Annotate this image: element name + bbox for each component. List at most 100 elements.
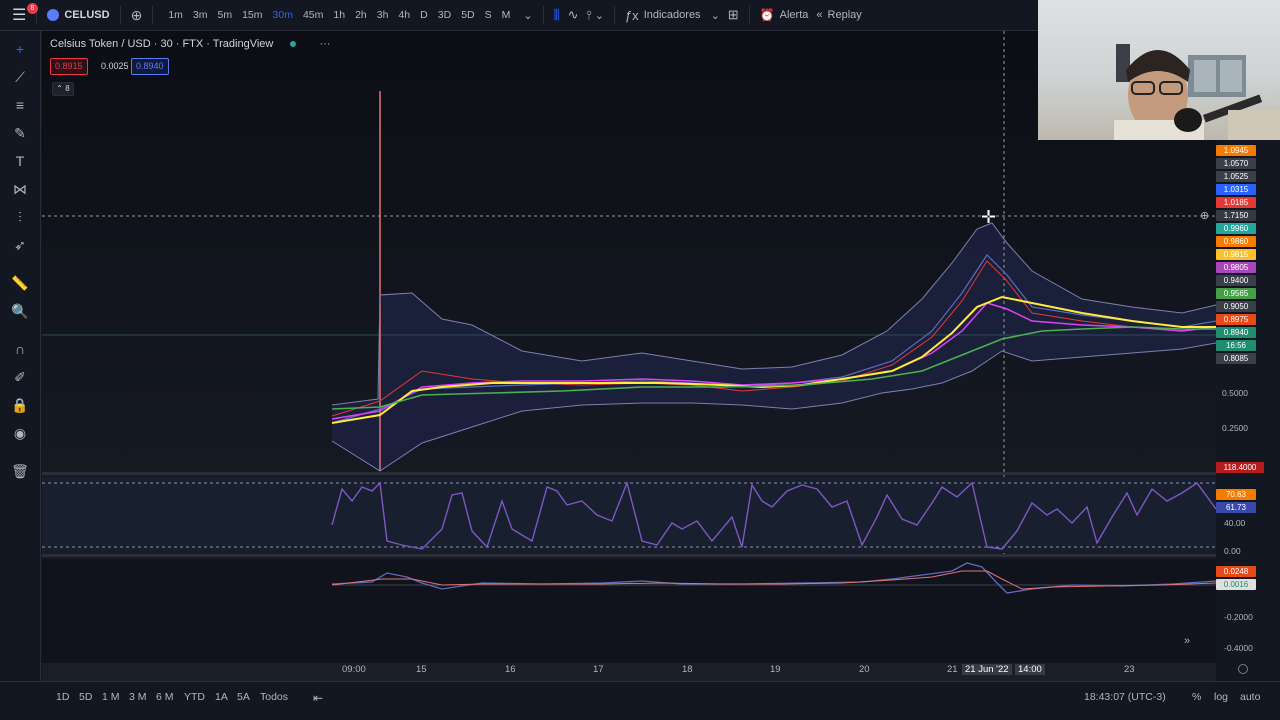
interval-3d[interactable]: 3D	[433, 9, 456, 21]
interval-5d[interactable]: 5D	[456, 9, 479, 21]
time-label-4: 18	[682, 664, 693, 675]
price-label: 1.7150	[1216, 210, 1256, 221]
interval-3h[interactable]: 3h	[372, 9, 394, 21]
alert-button[interactable]: ⏰ Alerta	[756, 0, 813, 31]
price-label: 0.9960	[1216, 223, 1256, 234]
layouts-button[interactable]: ⊞	[724, 0, 743, 31]
range-todos[interactable]: Todos	[260, 691, 288, 703]
collapsed-count: 8	[65, 84, 70, 93]
rocket-icon[interactable]: ➶	[10, 235, 30, 255]
clock-time[interactable]: 18:43:07 (UTC-3)	[1084, 691, 1166, 703]
replay-button[interactable]: « Replay	[812, 0, 865, 31]
ruler-icon[interactable]: 📏	[10, 273, 30, 293]
log-toggle[interactable]: log	[1214, 691, 1228, 703]
horizontal-lines-icon[interactable]: ≡	[10, 95, 30, 115]
rsi-max-label: 118.4000	[1216, 462, 1264, 473]
macd-value-2: 0.0016	[1216, 579, 1256, 590]
time-label-6: 20	[859, 664, 870, 675]
crosshair-icon[interactable]: +	[10, 39, 30, 59]
settings-circle-icon[interactable]	[1238, 664, 1248, 674]
line-tool-button[interactable]: ∿	[564, 0, 583, 31]
time-label-7: 21	[947, 664, 958, 675]
interval-selector: 1m 3m 5m 15m 30m 45m 1h 2h 3h 4h D 3D 5D S M	[159, 0, 519, 31]
chart-type-button[interactable]: ⫼	[550, 0, 564, 31]
bid-price-pill[interactable]: 0.8915	[50, 58, 88, 75]
percent-toggle[interactable]: %	[1192, 691, 1201, 703]
range-5d[interactable]: 5D	[79, 691, 92, 703]
rsi-value-2: 61.73	[1216, 502, 1256, 513]
rsi-pane-divider[interactable]	[42, 472, 1216, 475]
price-label: 0.9805	[1216, 262, 1256, 273]
market-open-dot	[290, 41, 297, 48]
chevron-down-icon: ⌄	[594, 9, 604, 22]
range-6m[interactable]: 6 M	[156, 691, 174, 703]
price-label: 1.0525	[1216, 171, 1256, 182]
interval-m[interactable]: M	[497, 9, 516, 21]
price-label: 0.9400	[1216, 275, 1256, 286]
interval-1m[interactable]: 1m	[163, 9, 188, 21]
eye-icon[interactable]: ◉	[10, 423, 30, 443]
pencil-lock-icon[interactable]: ✐	[10, 367, 30, 387]
range-1d[interactable]: 1D	[56, 691, 69, 703]
notification-badge: 8	[27, 2, 38, 14]
interval-dropdown[interactable]: ⌄	[519, 0, 536, 31]
time-label-5: 19	[770, 664, 781, 675]
time-label-0: 09:00	[342, 664, 366, 675]
time-label-3: 17	[593, 664, 604, 675]
price-label: 0.8085	[1216, 353, 1256, 364]
macd-pane-divider[interactable]	[42, 554, 1216, 557]
auto-toggle[interactable]: auto	[1240, 691, 1260, 703]
macd-tick-0: -0.2000	[1224, 612, 1253, 622]
collapse-indicators-button[interactable]: ⌃ 8	[52, 82, 74, 96]
prediction-icon[interactable]: ⫶	[10, 207, 30, 227]
add-alert-icon[interactable]: ⊕	[1200, 209, 1209, 222]
compare-button[interactable]: ⊕	[127, 0, 147, 31]
interval-30m[interactable]: 30m	[268, 9, 298, 21]
magnet-icon[interactable]: ∩	[10, 339, 30, 359]
price-label: 1.0315	[1216, 184, 1256, 195]
interval-s[interactable]: S	[480, 9, 497, 21]
interval-5m[interactable]: 5m	[213, 9, 238, 21]
goto-date-icon[interactable]: ⇤	[313, 691, 323, 705]
price-label: 1.0185	[1216, 197, 1256, 208]
macd-pane-bg	[42, 559, 1216, 663]
range-5a[interactable]: 5A	[237, 691, 250, 703]
symbol-title[interactable]: Celsius Token / USD · 30 · FTX · Trading…	[50, 38, 273, 50]
brush-icon[interactable]: ✎	[10, 123, 30, 143]
trend-line-icon[interactable]: ⟋	[10, 67, 30, 87]
indicators-icon: ƒx	[624, 7, 639, 23]
chevron-down-icon: ⌄	[710, 9, 720, 22]
range-1m[interactable]: 1 M	[102, 691, 120, 703]
webcam-overlay	[1038, 0, 1280, 140]
indicators-button[interactable]: ƒx Indicadores ⌄	[621, 0, 724, 31]
symbol-search[interactable]: CELUSD	[43, 0, 113, 31]
range-1a[interactable]: 1A	[215, 691, 228, 703]
template-icon: ⫯	[586, 7, 592, 22]
zoom-icon[interactable]: 🔍	[10, 301, 30, 321]
ask-price-pill[interactable]: 0.8940	[131, 58, 169, 75]
drawing-toolbar: + ⟋ ≡ ✎ T ⋈ ⫶ ➶ 📏 🔍 ∩ ✐ 🔒 ◉ 🗑	[0, 31, 41, 691]
interval-4h[interactable]: 4h	[393, 9, 415, 21]
menu-button[interactable]: ☰ 8	[0, 0, 38, 31]
trash-icon[interactable]: 🗑	[10, 461, 30, 481]
interval-45m[interactable]: 45m	[298, 9, 328, 21]
price-label: 0.9050	[1216, 301, 1256, 312]
hamburger-icon: ☰	[12, 7, 27, 24]
interval-15m[interactable]: 15m	[237, 9, 267, 21]
chevron-down-icon: ⌄	[523, 9, 533, 22]
range-ytd[interactable]: YTD	[184, 691, 205, 703]
interval-1h[interactable]: 1h	[328, 9, 350, 21]
wave-icon: ∿	[567, 7, 579, 22]
interval-d[interactable]: D	[415, 9, 433, 21]
more-icon[interactable]: ···	[319, 38, 330, 50]
scroll-to-realtime-icon[interactable]: »	[1184, 635, 1190, 647]
interval-2h[interactable]: 2h	[350, 9, 372, 21]
price-label: 0.9565	[1216, 288, 1256, 299]
range-3m[interactable]: 3 M	[129, 691, 147, 703]
text-icon[interactable]: T	[10, 151, 30, 171]
pattern-icon[interactable]: ⋈	[10, 179, 30, 199]
lock-icon[interactable]: 🔒	[10, 395, 30, 415]
interval-3m[interactable]: 3m	[188, 9, 213, 21]
templates-button[interactable]: ⫯ ⌄	[583, 0, 608, 31]
time-label-2: 16	[505, 664, 516, 675]
